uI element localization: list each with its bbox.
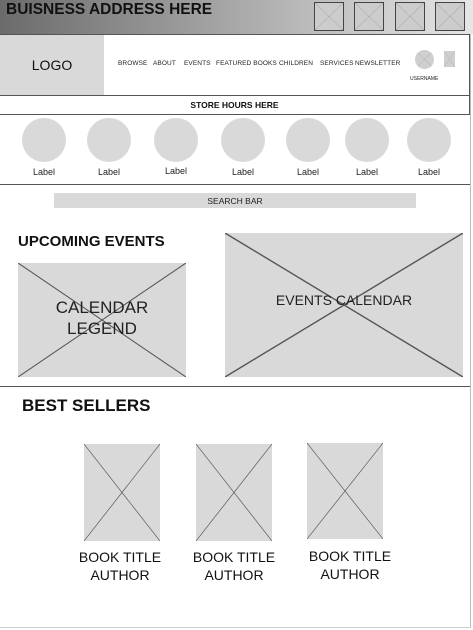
category-item[interactable]: Label [87, 118, 131, 177]
category-circle-icon [407, 118, 451, 162]
logo-block[interactable]: LOGO [0, 35, 104, 95]
book-title: BOOK TITLE [192, 549, 276, 565]
nav-item-services[interactable]: SERVICES [320, 60, 354, 67]
category-label: Label [296, 167, 320, 177]
category-circle-icon [286, 118, 330, 162]
calendar-legend[interactable]: CALENDAR LEGEND [18, 263, 186, 377]
upcoming-events-heading: UPCOMING EVENTS [18, 233, 165, 250]
book-title: BOOK TITLE [78, 549, 162, 565]
nav-item-about[interactable]: ABOUT [153, 60, 176, 67]
category-label: Label [417, 167, 441, 177]
book-author: AUTHOR [204, 567, 264, 583]
page-right-edge [470, 34, 471, 628]
image-placeholder-icon[interactable] [314, 2, 344, 31]
business-address: BUISNESS ADDRESS HERE [6, 1, 213, 18]
book-card[interactable]: BOOK TITLE AUTHOR [302, 443, 398, 582]
events-calendar-label: EVENTS CALENDAR [275, 292, 413, 308]
divider [0, 386, 470, 387]
username[interactable]: USERNAME [410, 76, 438, 82]
calendar-legend-label: CALENDAR LEGEND [55, 298, 149, 338]
top-header-bar: BUISNESS ADDRESS HERE [0, 0, 473, 34]
category-circle-icon [345, 118, 389, 162]
nav-item-browse[interactable]: BROWSE [118, 60, 148, 67]
category-label: Label [355, 167, 379, 177]
category-circle-icon [87, 118, 131, 162]
category-label: Label [231, 167, 255, 177]
category-item[interactable]: Label [154, 118, 198, 176]
book-cover [84, 444, 160, 541]
category-item[interactable]: Label [407, 118, 451, 177]
category-label: Label [164, 166, 188, 176]
image-placeholder-icon[interactable] [435, 2, 465, 31]
category-circle-icon [221, 118, 265, 162]
nav-item-featured-books[interactable]: FEATURED BOOKS [216, 60, 277, 67]
book-author: AUTHOR [90, 567, 150, 583]
nav-item-events[interactable]: EVENTS [184, 60, 211, 67]
image-placeholder-icon[interactable] [354, 2, 384, 31]
book-cover [307, 443, 383, 539]
category-row: Label Label Label Label Label Label Labe… [0, 115, 470, 185]
best-sellers-heading: BEST SELLERS [22, 396, 151, 415]
nav-item-newsletter[interactable]: NEWSLETTER [355, 60, 400, 67]
logo: LOGO [31, 57, 73, 73]
category-label: Label [32, 167, 56, 177]
book-card[interactable]: BOOK TITLE AUTHOR [72, 444, 168, 583]
category-label: Label [97, 167, 121, 177]
store-hours-bar: STORE HOURS HERE [0, 95, 470, 115]
search-bar[interactable]: SEARCH BAR [54, 193, 416, 208]
avatar-icon[interactable] [415, 50, 434, 69]
category-item[interactable]: Label [286, 118, 330, 177]
category-circle-icon [154, 118, 198, 162]
search-bar-label: SEARCH BAR [207, 195, 263, 206]
book-author: AUTHOR [320, 566, 380, 582]
book-cover [196, 444, 272, 541]
menu-placeholder-icon[interactable] [444, 51, 455, 67]
category-circle-icon [22, 118, 66, 162]
category-item[interactable]: Label [345, 118, 389, 177]
page-bottom-edge [0, 627, 471, 628]
image-placeholder-icon[interactable] [395, 2, 425, 31]
store-hours: STORE HOURS HERE [190, 100, 279, 110]
category-item[interactable]: Label [221, 118, 265, 177]
category-item[interactable]: Label [22, 118, 66, 177]
events-calendar[interactable]: EVENTS CALENDAR [225, 233, 463, 377]
divider [0, 184, 470, 185]
book-card[interactable]: BOOK TITLE AUTHOR [186, 444, 282, 583]
nav-bar: LOGO BROWSE ABOUT EVENTS FEATURED BOOKS … [0, 34, 470, 95]
nav-item-children[interactable]: CHILDREN [279, 60, 313, 67]
book-title: BOOK TITLE [308, 548, 392, 564]
